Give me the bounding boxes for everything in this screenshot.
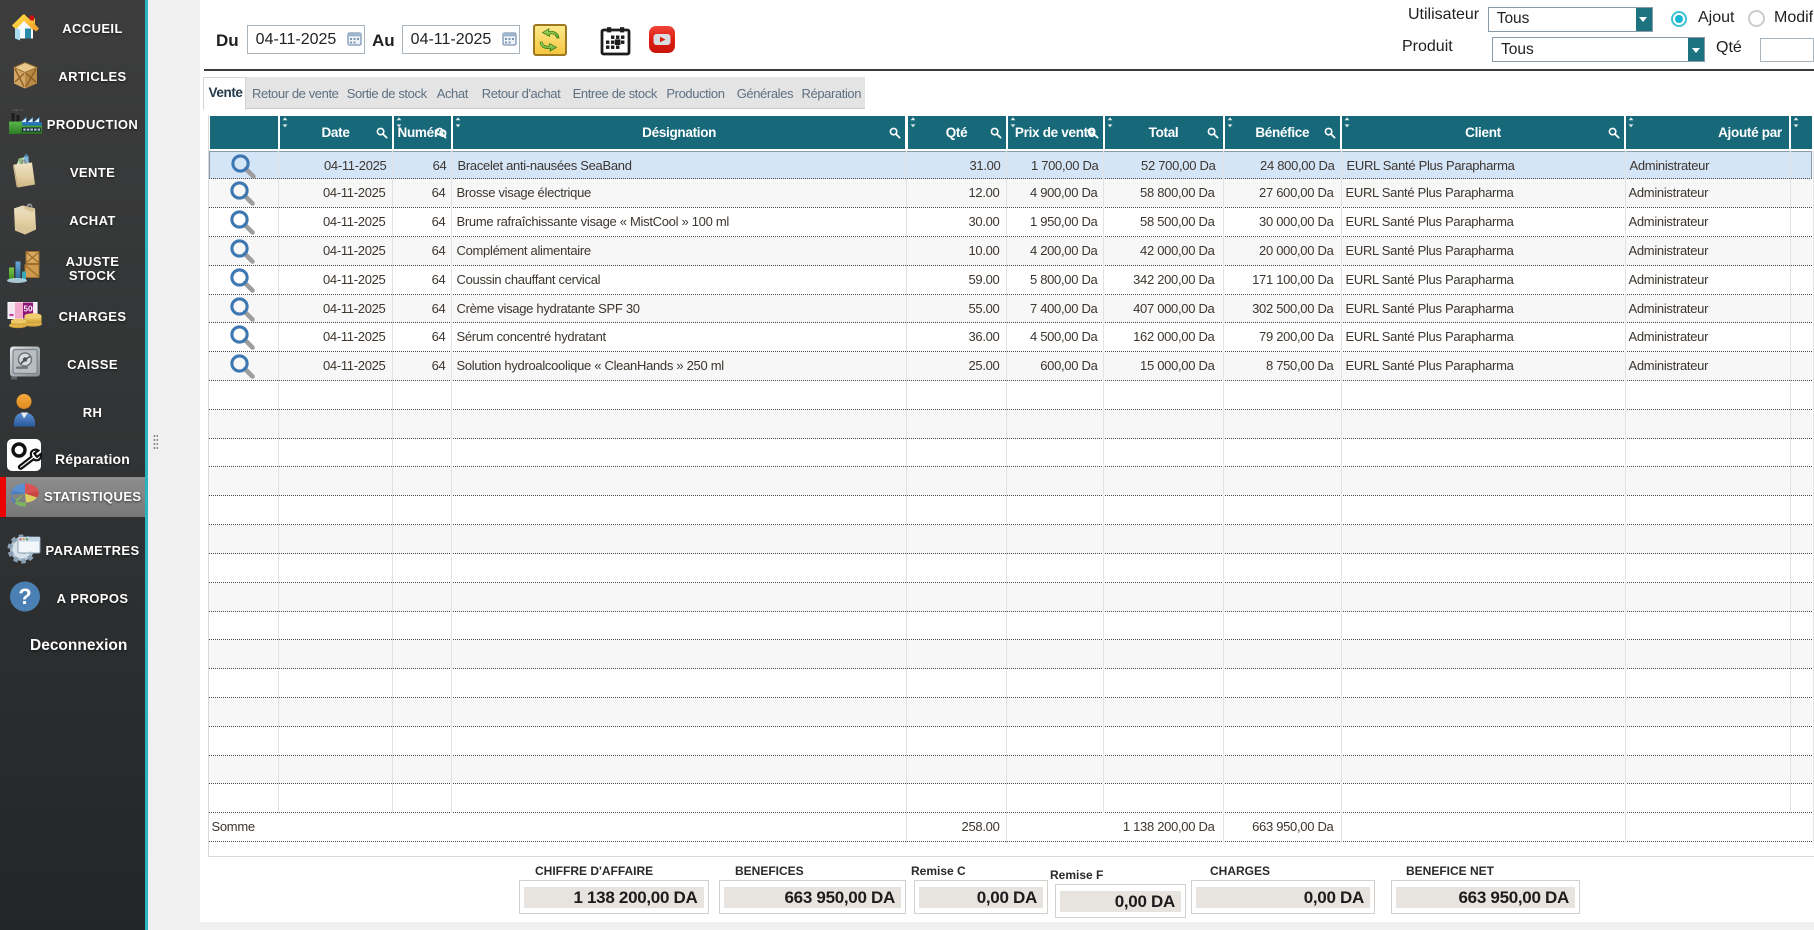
svg-text:?: ? — [18, 584, 31, 609]
svg-text:500: 500 — [24, 305, 38, 314]
